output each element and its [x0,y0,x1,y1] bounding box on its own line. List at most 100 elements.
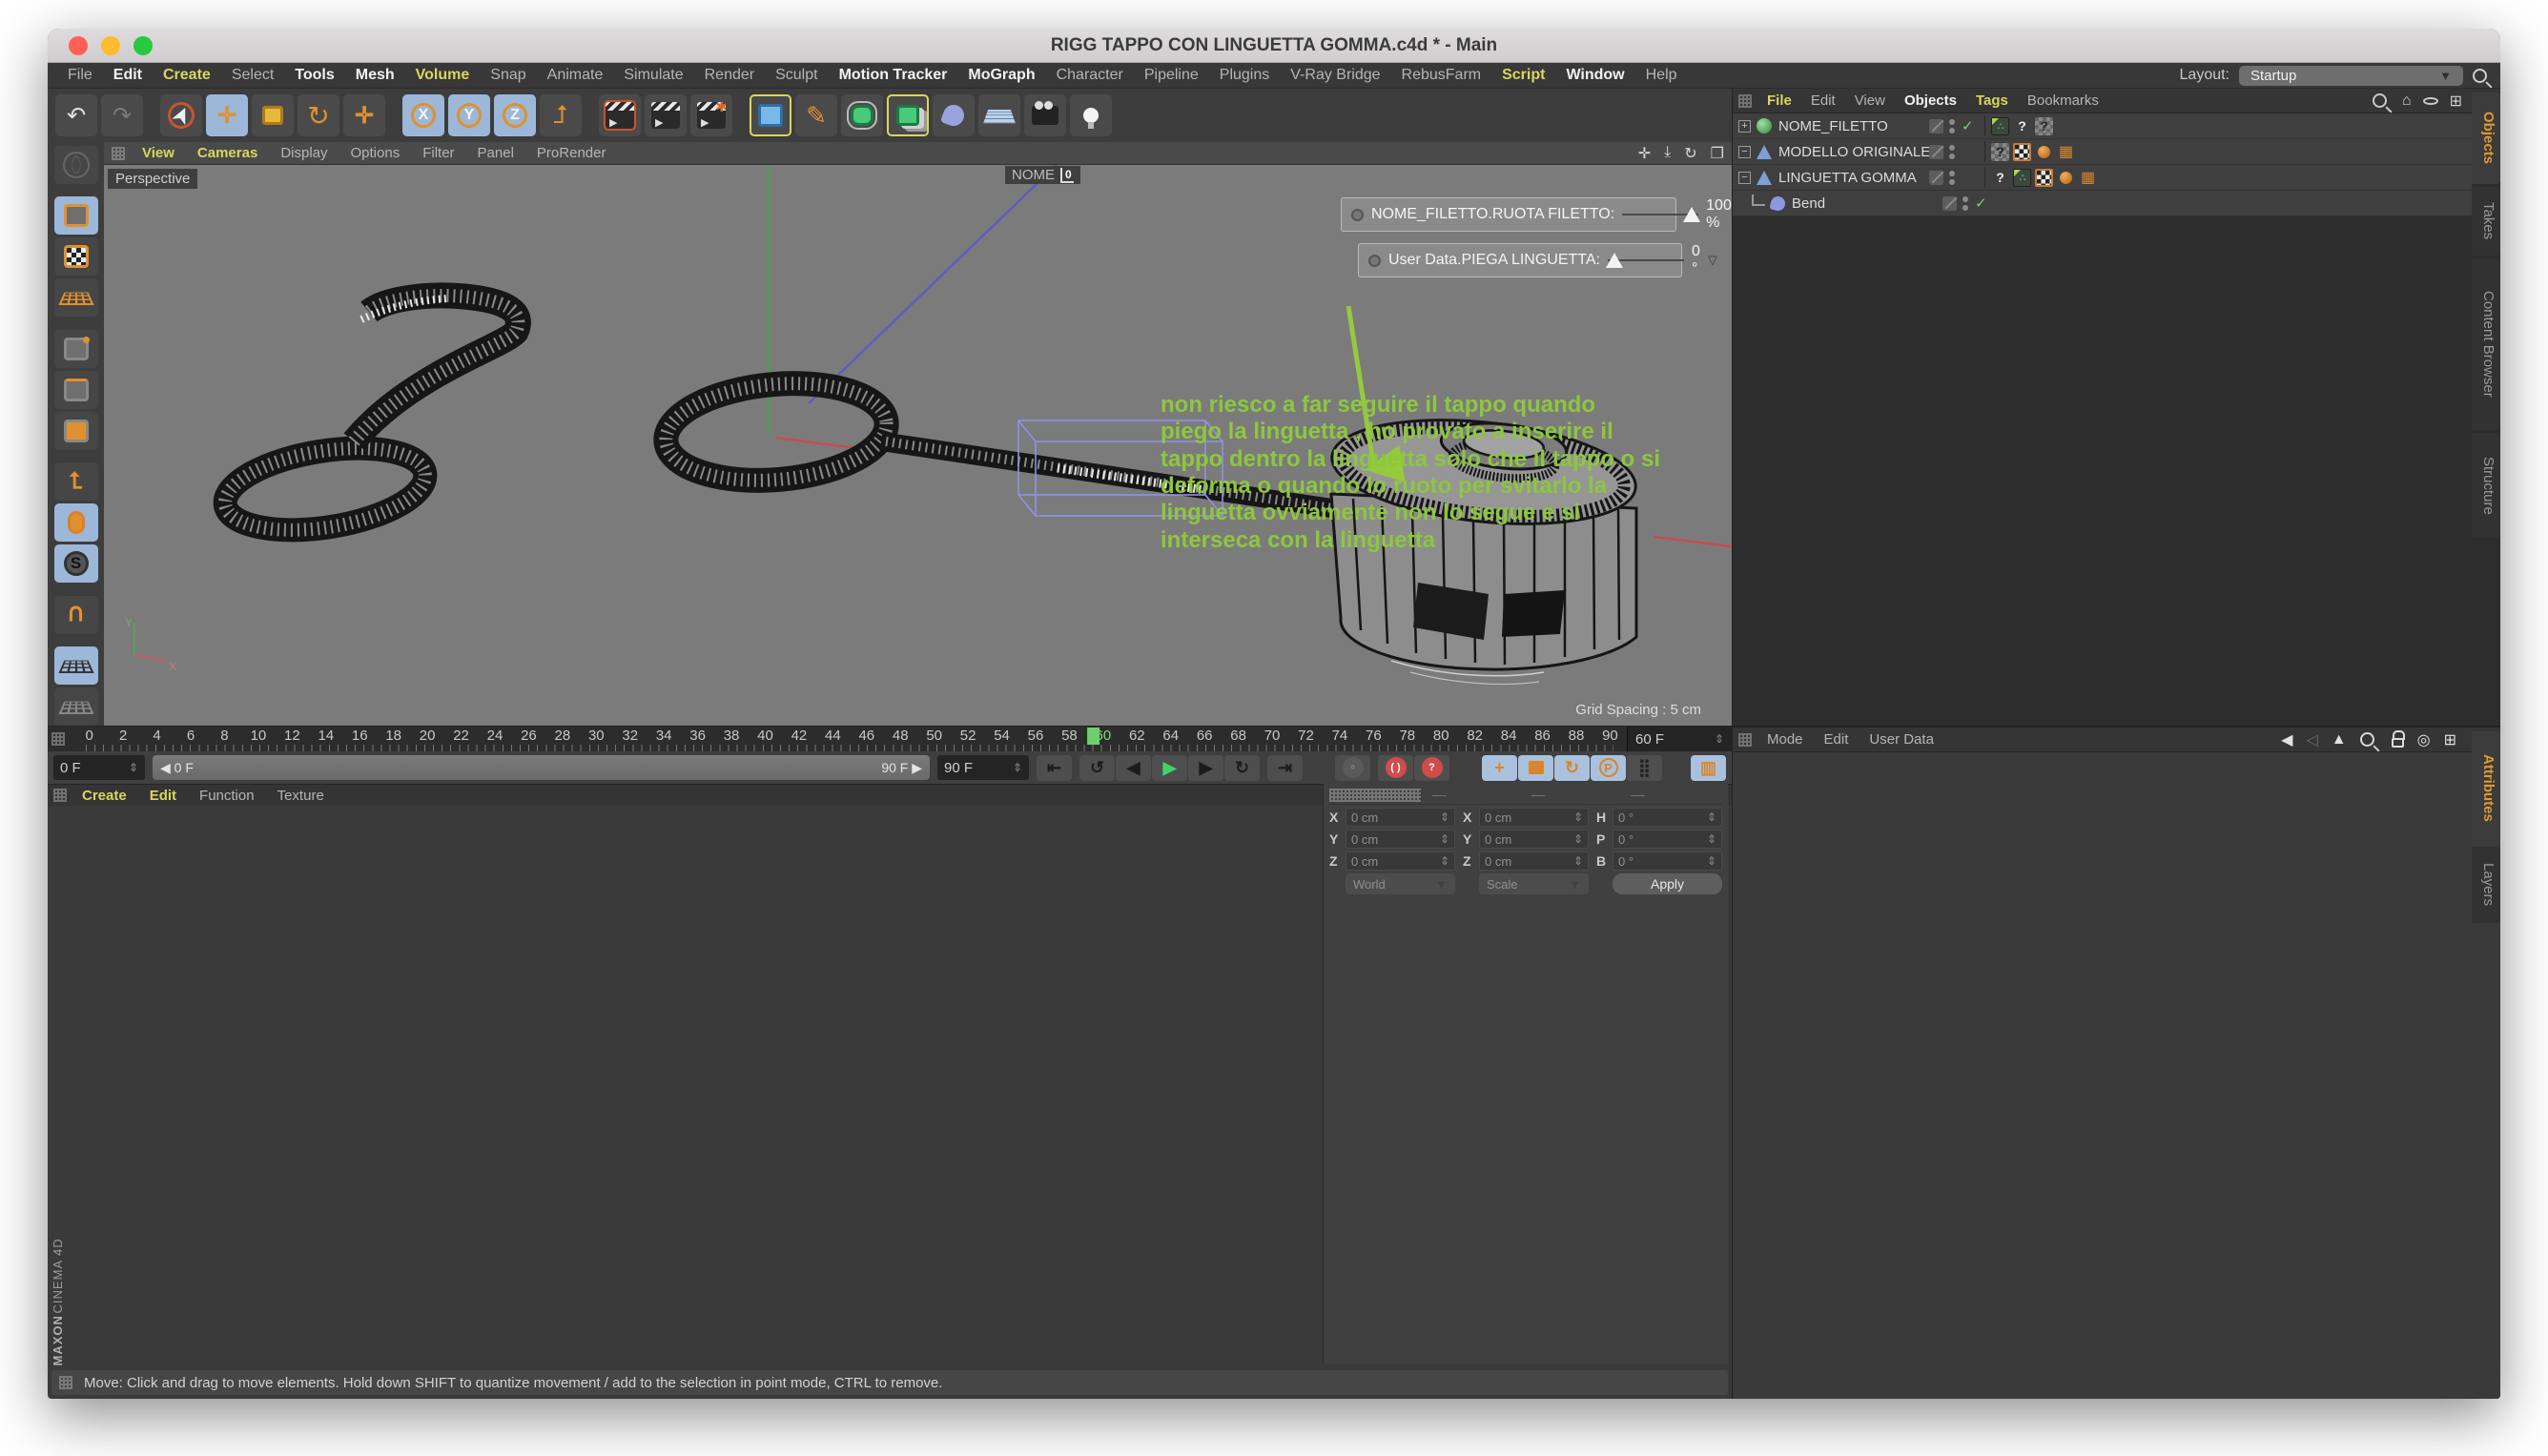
ruler-tick[interactable]: 78 [1390,727,1424,751]
add-panel-icon[interactable]: ⊞ [2444,730,2456,749]
viewport-menu-item[interactable]: Display [269,145,339,161]
undo-button[interactable]: ↶ [55,94,97,136]
ruler-tick[interactable]: 18 [377,727,410,751]
preview-range-slider[interactable]: ◀ 0 F 90 F ▶ [153,755,930,780]
previous-frame-button[interactable]: ◀ [1116,755,1151,781]
ruler-tick[interactable]: 10 [241,727,275,751]
ruler-tick[interactable]: 28 [545,727,579,751]
add-primitive-cube-button[interactable] [750,94,791,136]
pos-x-field[interactable]: 0 cm⇕ [1346,808,1455,827]
panel-grip[interactable] [53,789,67,802]
go-to-end-button[interactable]: ⇥ [1267,755,1303,781]
panel-grip[interactable] [51,732,65,746]
menu-item[interactable]: Render [694,67,765,84]
ruler-tick[interactable]: 84 [1491,727,1525,751]
menu-item[interactable]: RebusFarm [1391,67,1492,84]
menu-item[interactable]: Select [221,67,284,84]
ruler-tick[interactable]: 12 [276,727,309,751]
key-rotation-toggle[interactable]: ↻ [1554,755,1590,781]
coords-mode-dropdown[interactable]: World▼ [1346,873,1455,894]
ruler-tick[interactable]: 44 [816,727,850,751]
ruler-tick[interactable]: 38 [714,727,748,751]
hud-slider-handle[interactable] [1606,253,1623,268]
make-editable-button[interactable] [54,146,98,184]
xpresso-tag-icon[interactable]: ∴ [2013,169,2031,187]
visibility-dots[interactable] [1962,196,1968,211]
autokey-button[interactable]: ( ) [1378,755,1413,781]
viewport-canvas[interactable]: Perspective NOME 0 NOME_FILETTO.RUOTA FI… [104,164,1732,726]
x-axis-lock-button[interactable]: X [402,94,444,136]
menu-item[interactable]: V-Ray Bridge [1280,67,1390,84]
panel-grip[interactable] [112,147,125,160]
attr-menu-user-data[interactable]: User Data [1860,731,1943,748]
soft-selection-button[interactable]: S [54,544,98,583]
object-manager-menu-item[interactable]: View [1845,92,1895,109]
hud-object-name[interactable]: NOME 0 [1005,166,1080,184]
search-icon[interactable] [2360,732,2374,747]
key-scale-toggle[interactable] [1518,755,1553,781]
viewport-dolly-icon[interactable]: ⤓ [1664,144,1671,163]
panel-grip[interactable] [1738,733,1752,747]
unknown-tag-icon[interactable]: ? [2013,117,2031,135]
tab-attributes[interactable]: Attributes [2472,731,2500,844]
phong-tag-icon[interactable] [2035,143,2053,161]
hud-slider-handle[interactable] [1683,207,1700,222]
object-row-nome-filetto[interactable]: + NOME_FILETTO ✓ ∴ ? ? [1733,113,2472,139]
live-selection-tool[interactable]: ➤ [160,94,202,136]
pos-y-field[interactable]: 0 cm⇕ [1346,830,1455,849]
ruler-tick[interactable]: 90 [1593,727,1627,751]
range-end-field[interactable]: 90 F ⇕ [937,755,1029,780]
phong-tag-icon[interactable] [2057,169,2075,187]
enable-axis-button[interactable]: ⮤ [54,462,98,501]
menu-item[interactable]: Help [1635,67,1688,84]
render-view-button[interactable] [599,94,641,136]
apply-button[interactable]: Apply [1613,873,1722,894]
scale-tool[interactable] [252,94,294,136]
collapse-icon[interactable]: − [1738,172,1751,184]
add-deformer-bend-button[interactable] [933,94,975,136]
record-keyframe-button[interactable]: ⚬ [1335,755,1370,781]
add-spline-pen-button[interactable]: ✎ [795,94,837,136]
go-to-start-button[interactable]: ⇤ [1037,755,1072,781]
object-name[interactable]: Bend [1792,195,1942,212]
ruler-tick[interactable]: 58 [1053,727,1086,751]
timeline-menu-item[interactable]: Function [188,788,266,804]
visibility-dots[interactable] [1949,119,1955,133]
viewport-maximize-icon[interactable]: ❐ [1711,144,1724,163]
rotate-tool[interactable]: ↻ [298,94,339,136]
menu-item[interactable]: Motion Tracker [829,67,958,84]
ruler-tick[interactable]: 80 [1425,727,1458,751]
model-mode-button[interactable] [54,196,98,235]
stepper-icon[interactable]: ⇕ [1715,732,1724,746]
menu-item[interactable]: Animate [537,67,614,84]
menu-item[interactable]: Volume [405,67,481,84]
ruler-tick[interactable]: 6 [174,727,207,751]
z-axis-lock-button[interactable]: Z [494,94,536,136]
visibility-dots[interactable] [1949,171,1955,185]
range-start-field[interactable]: 0 F ⇕ [53,755,145,780]
object-manager-menu-item[interactable]: Tags [1966,92,2018,109]
menu-item[interactable]: Edit [103,67,153,84]
attr-menu-mode[interactable]: Mode [1757,731,1813,748]
chevron-down-icon[interactable]: ▽ [1708,253,1717,268]
ruler-tick[interactable]: 56 [1018,727,1052,751]
next-key-button[interactable]: ↻ [1224,755,1260,781]
menu-item[interactable]: Character [1046,67,1134,84]
object-row-bend[interactable]: Bend ✓ [1733,191,2472,216]
ruler-tick[interactable]: 26 [512,727,545,751]
play-button[interactable]: ▶ [1152,755,1187,781]
viewport-menu-item[interactable]: Panel [466,145,525,161]
rot-b-field[interactable]: 0 °⇕ [1613,851,1722,871]
ruler-tick[interactable]: 22 [444,727,478,751]
y-axis-lock-button[interactable]: Y [448,94,490,136]
ruler-tick[interactable]: 16 [343,727,377,751]
viewport-menu-item[interactable]: View [131,145,186,161]
menu-item[interactable]: Sculpt [765,67,828,84]
lock-icon[interactable] [2392,738,2404,748]
history-forward-icon[interactable]: ◁ [2306,730,2317,749]
tweak-mode-button[interactable] [54,503,98,542]
layer-color-box[interactable] [1929,171,1943,185]
ruler-tick[interactable]: 32 [613,727,647,751]
keyframe-selection-button[interactable]: ? [1414,755,1449,781]
search-icon[interactable] [2473,69,2487,83]
